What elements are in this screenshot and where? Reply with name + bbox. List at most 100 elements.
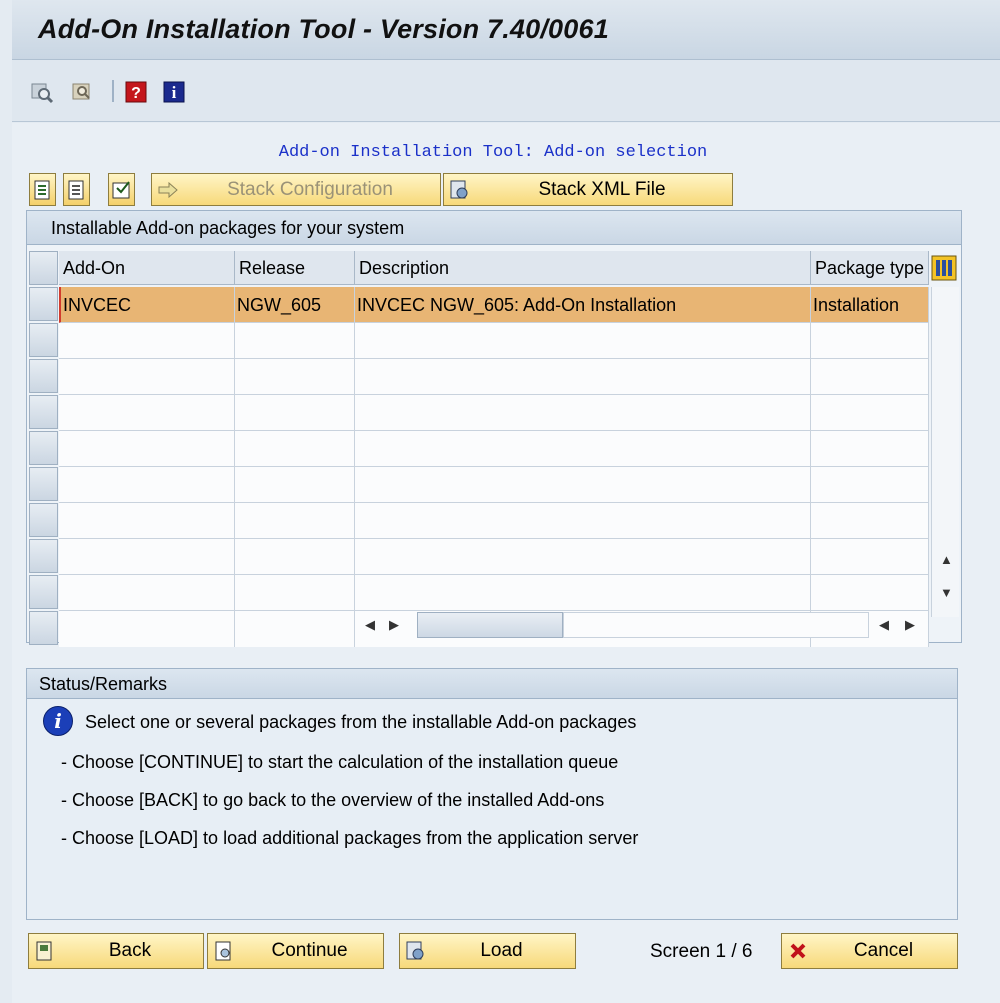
information-icon[interactable]: i	[162, 80, 186, 104]
row-selector[interactable]	[29, 395, 58, 429]
screen-indicator: Screen 1 / 6	[650, 941, 753, 962]
load-button[interactable]: Load	[399, 933, 576, 969]
table-cell-empty[interactable]	[355, 575, 811, 611]
status-message: - Choose [LOAD] to load additional packa…	[61, 828, 639, 848]
table-cell-empty[interactable]	[811, 539, 929, 575]
scroll-down-icon[interactable]: ▼	[940, 585, 953, 600]
scroll-left-icon[interactable]: ◀	[879, 617, 889, 633]
horizontal-scroll-thumb[interactable]	[417, 612, 563, 638]
table-cell-empty[interactable]	[811, 431, 929, 467]
table-cell-empty[interactable]	[355, 467, 811, 503]
table-cell-empty[interactable]	[59, 395, 235, 431]
table-cell-empty[interactable]	[235, 611, 355, 647]
table-cell-empty[interactable]	[235, 503, 355, 539]
table-cell-empty[interactable]	[59, 323, 235, 359]
application-toolbar: ? i	[12, 60, 1000, 122]
row-selector[interactable]	[29, 611, 58, 645]
table-cell-empty[interactable]	[235, 431, 355, 467]
column-header-addon[interactable]: Add-On	[59, 251, 235, 285]
table-cell-addon[interactable]: INVCEC	[59, 287, 235, 323]
scroll-right-icon[interactable]: ▶	[905, 617, 915, 633]
row-selector[interactable]	[29, 431, 58, 465]
table-cell-empty[interactable]	[235, 467, 355, 503]
table-cell-empty[interactable]	[59, 539, 235, 575]
table-cell-empty[interactable]	[59, 431, 235, 467]
table-cell-empty[interactable]	[811, 395, 929, 431]
row-selector[interactable]	[29, 359, 58, 393]
status-remarks-panel: Status/Remarks i Select one or several p…	[26, 668, 958, 920]
row-selector[interactable]	[29, 539, 58, 573]
details-button[interactable]	[108, 173, 135, 206]
row-selector[interactable]	[29, 323, 58, 357]
table-cell-empty[interactable]	[811, 359, 929, 395]
help-icon[interactable]: ?	[124, 80, 148, 104]
row-selector[interactable]	[29, 503, 58, 537]
table-cell-empty[interactable]	[59, 503, 235, 539]
table-cell-empty[interactable]	[355, 539, 811, 575]
back-label: Back	[108, 940, 152, 961]
find-icon[interactable]	[30, 80, 54, 104]
installable-packages-panel: Installable Add-on packages for your sys…	[26, 210, 962, 647]
select-all-icon	[34, 180, 49, 199]
status-title: Status/Remarks	[27, 669, 957, 699]
table-cell-empty[interactable]	[355, 503, 811, 539]
row-selector[interactable]	[29, 467, 58, 501]
load-label: Load	[480, 940, 523, 961]
info-icon: i	[43, 706, 73, 736]
select-all-rows-cell[interactable]	[29, 251, 58, 285]
arrow-right-icon	[156, 178, 180, 202]
deselect-all-button[interactable]	[63, 173, 90, 206]
column-header-release[interactable]: Release	[235, 251, 355, 285]
table-cell-empty[interactable]	[355, 431, 811, 467]
select-all-button[interactable]	[29, 173, 56, 206]
table-cell-empty[interactable]	[811, 467, 929, 503]
table-cell-empty[interactable]	[59, 467, 235, 503]
table-cell-empty[interactable]	[235, 359, 355, 395]
column-header-description[interactable]: Description	[355, 251, 811, 285]
svg-text:i: i	[172, 83, 177, 102]
table-cell-empty[interactable]	[59, 359, 235, 395]
svg-text:?: ?	[131, 85, 141, 102]
table-cell-empty[interactable]	[235, 539, 355, 575]
cancel-button[interactable]: Cancel	[781, 933, 958, 969]
table-cell-release[interactable]: NGW_605	[235, 287, 355, 323]
scroll-left-icon[interactable]: ◀	[365, 617, 375, 633]
table-cell-empty[interactable]	[355, 395, 811, 431]
scroll-right-icon[interactable]: ▶	[389, 617, 399, 633]
status-message: Select one or several packages from the …	[85, 712, 637, 732]
table-cell-empty[interactable]	[811, 575, 929, 611]
table-cell-empty[interactable]	[235, 395, 355, 431]
table-cell-empty[interactable]	[59, 611, 235, 647]
load-icon	[404, 939, 428, 963]
row-selector[interactable]	[29, 575, 58, 609]
stack-configuration-label: Stack Configuration	[227, 178, 393, 200]
table-cell-package-type[interactable]: Installation	[811, 287, 929, 323]
table-cell-empty[interactable]	[235, 323, 355, 359]
column-header-package-type[interactable]: Package type	[811, 251, 929, 285]
scroll-up-icon[interactable]: ▲	[940, 552, 953, 567]
table-cell-empty[interactable]	[811, 323, 929, 359]
toolbar-separator	[112, 80, 114, 102]
panel-title: Installable Add-on packages for your sys…	[27, 211, 961, 245]
column-settings-icon[interactable]	[931, 255, 957, 281]
find-next-icon[interactable]	[70, 80, 94, 104]
back-icon	[33, 939, 57, 963]
table-cell-empty[interactable]	[355, 323, 811, 359]
row-selector[interactable]	[29, 287, 58, 321]
stack-xml-file-button[interactable]: Stack XML File	[443, 173, 733, 206]
stack-xml-file-label: Stack XML File	[538, 178, 666, 200]
stack-configuration-button[interactable]: Stack Configuration	[151, 173, 441, 206]
vertical-scrollbar[interactable]: ▲ ▼	[931, 287, 959, 617]
continue-icon	[212, 939, 236, 963]
table-cell-empty[interactable]	[811, 503, 929, 539]
cancel-label: Cancel	[853, 940, 914, 961]
deselect-all-icon	[68, 180, 83, 199]
table-cell-empty[interactable]	[59, 575, 235, 611]
window-title: Add-On Installation Tool - Version 7.40/…	[38, 14, 609, 44]
back-button[interactable]: Back	[28, 933, 204, 969]
table-cell-empty[interactable]	[355, 359, 811, 395]
horizontal-scroll-track[interactable]	[563, 612, 869, 638]
continue-button[interactable]: Continue	[207, 933, 384, 969]
table-cell-empty[interactable]	[235, 575, 355, 611]
table-cell-description[interactable]: INVCEC NGW_605: Add-On Installation	[355, 287, 811, 323]
